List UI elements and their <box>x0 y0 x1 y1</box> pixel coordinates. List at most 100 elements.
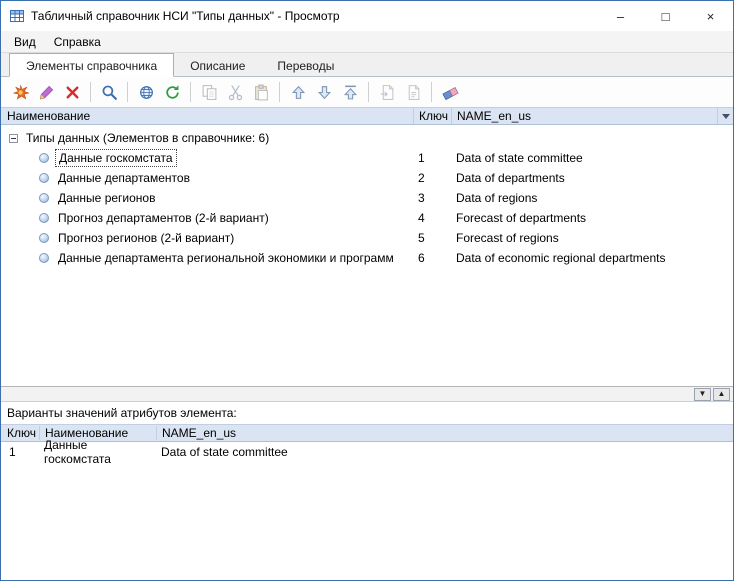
minimize-button[interactable]: – <box>598 1 643 31</box>
tree-row[interactable]: Данные госкомстата 1 Data of state commi… <box>1 148 733 168</box>
move-down-button[interactable] <box>311 80 337 104</box>
element-bullet-icon <box>39 173 49 183</box>
tree-row[interactable]: Прогноз регионов (2-й вариант) 5 Forecas… <box>1 228 733 248</box>
element-bullet-icon <box>39 153 49 163</box>
tree-row[interactable]: Прогноз департаментов (2-й вариант) 4 Fo… <box>1 208 733 228</box>
paste-button[interactable] <box>248 80 274 104</box>
add-element-button[interactable] <box>7 80 33 104</box>
toolbar-separator <box>368 82 369 102</box>
arrow-down-icon <box>316 84 333 101</box>
scissors-icon <box>227 84 244 101</box>
tab-elements[interactable]: Элементы справочника <box>9 53 174 77</box>
tree-item-label: Данные госкомстата <box>55 149 177 167</box>
panel-splitter[interactable]: ▼ ▲ <box>1 386 733 402</box>
export-button[interactable] <box>400 80 426 104</box>
expand-panel-button[interactable]: ▲ <box>713 388 730 401</box>
export-file-icon <box>405 84 422 101</box>
column-header-name[interactable]: Наименование <box>1 108 413 124</box>
tree-item-name-en: Data of regions <box>456 191 537 205</box>
move-top-button[interactable] <box>337 80 363 104</box>
copy-button[interactable] <box>196 80 222 104</box>
refresh-icon <box>164 84 181 101</box>
window-title: Табличный справочник НСИ "Типы данных" -… <box>31 9 598 23</box>
row-name-en: Data of state committee <box>156 445 733 459</box>
header-dropdown-button[interactable] <box>717 108 733 124</box>
move-up-button[interactable] <box>285 80 311 104</box>
toolbar-separator <box>90 82 91 102</box>
titlebar: Табличный справочник НСИ "Типы данных" -… <box>1 1 733 31</box>
element-bullet-icon <box>39 213 49 223</box>
delete-element-button[interactable] <box>59 80 85 104</box>
cut-button[interactable] <box>222 80 248 104</box>
tree-row[interactable]: Данные регионов 3 Data of regions <box>1 188 733 208</box>
toolbar-separator <box>190 82 191 102</box>
toolbar-separator <box>127 82 128 102</box>
pencil-icon <box>38 84 55 101</box>
app-window: Табличный справочник НСИ "Типы данных" -… <box>0 0 734 581</box>
import-button[interactable] <box>374 80 400 104</box>
maximize-button[interactable]: □ <box>643 1 688 31</box>
delete-x-icon <box>64 84 81 101</box>
tree-row[interactable]: Данные департаментов 2 Data of departmen… <box>1 168 733 188</box>
eraser-icon <box>442 84 459 101</box>
arrow-up-icon <box>290 84 307 101</box>
tree-item-name-en: Data of state committee <box>456 151 583 165</box>
tree-grid-header: Наименование Ключ NAME_en_us <box>1 107 733 125</box>
tree-item-key: 1 <box>418 151 425 165</box>
column-header-name-en[interactable]: NAME_en_us <box>156 426 733 440</box>
check-reference-button[interactable] <box>133 80 159 104</box>
close-button[interactable]: × <box>688 1 733 31</box>
chevron-down-icon <box>722 114 730 119</box>
tab-description[interactable]: Описание <box>174 55 261 76</box>
collapse-panel-button[interactable]: ▼ <box>694 388 711 401</box>
tree-item-name-en: Forecast of regions <box>456 231 559 245</box>
tree-item-name-en: Forecast of departments <box>456 211 586 225</box>
menu-view[interactable]: Вид <box>5 33 45 51</box>
tabstrip: Элементы справочника Описание Переводы <box>1 53 733 77</box>
tree-root-row[interactable]: Типы данных (Элементов в справочнике: 6) <box>1 128 733 148</box>
toolbar-separator <box>279 82 280 102</box>
tree-item-name-en: Data of departments <box>456 171 565 185</box>
table-row[interactable]: 1 Данные госкомстата Data of state commi… <box>1 442 733 462</box>
tree-item-key: 6 <box>418 251 425 265</box>
toolbar <box>1 77 733 107</box>
edit-element-button[interactable] <box>33 80 59 104</box>
tree-item-label: Прогноз регионов (2-й вариант) <box>55 230 237 246</box>
copy-icon <box>201 84 218 101</box>
search-icon <box>101 84 118 101</box>
import-file-icon <box>379 84 396 101</box>
attributes-panel-label: Варианты значений атрибутов элемента: <box>1 402 733 424</box>
new-star-icon <box>12 84 29 101</box>
element-bullet-icon <box>39 233 49 243</box>
elements-tree: Типы данных (Элементов в справочнике: 6)… <box>1 125 733 386</box>
refresh-button[interactable] <box>159 80 185 104</box>
column-header-key[interactable]: Ключ <box>1 426 39 440</box>
row-name: Данные госкомстата <box>39 438 156 466</box>
menu-help[interactable]: Справка <box>45 33 110 51</box>
column-header-name-en[interactable]: NAME_en_us <box>451 108 717 124</box>
tree-item-key: 2 <box>418 171 425 185</box>
collapse-expander-icon[interactable] <box>9 134 18 143</box>
globe-icon <box>138 84 155 101</box>
tree-item-key: 5 <box>418 231 425 245</box>
tree-item-name-en: Data of economic regional departments <box>456 251 665 265</box>
tab-translations[interactable]: Переводы <box>261 55 350 76</box>
tree-item-key: 4 <box>418 211 425 225</box>
element-bullet-icon <box>39 253 49 263</box>
app-icon <box>9 8 25 24</box>
attributes-table: 1 Данные госкомстата Data of state commi… <box>1 442 733 580</box>
column-header-key[interactable]: Ключ <box>413 108 451 124</box>
element-bullet-icon <box>39 193 49 203</box>
clear-button[interactable] <box>437 80 463 104</box>
tree-item-label: Данные регионов <box>55 190 158 206</box>
row-key: 1 <box>1 445 39 459</box>
clipboard-icon <box>253 84 270 101</box>
tree-row[interactable]: Данные департамента региональной экономи… <box>1 248 733 268</box>
tree-item-key: 3 <box>418 191 425 205</box>
arrow-top-icon <box>342 84 359 101</box>
tree-root-label: Типы данных (Элементов в справочнике: 6) <box>23 130 272 146</box>
tree-item-label: Прогноз департаментов (2-й вариант) <box>55 210 272 226</box>
tree-item-label: Данные департаментов <box>55 170 193 186</box>
menubar: Вид Справка <box>1 31 733 53</box>
search-button[interactable] <box>96 80 122 104</box>
